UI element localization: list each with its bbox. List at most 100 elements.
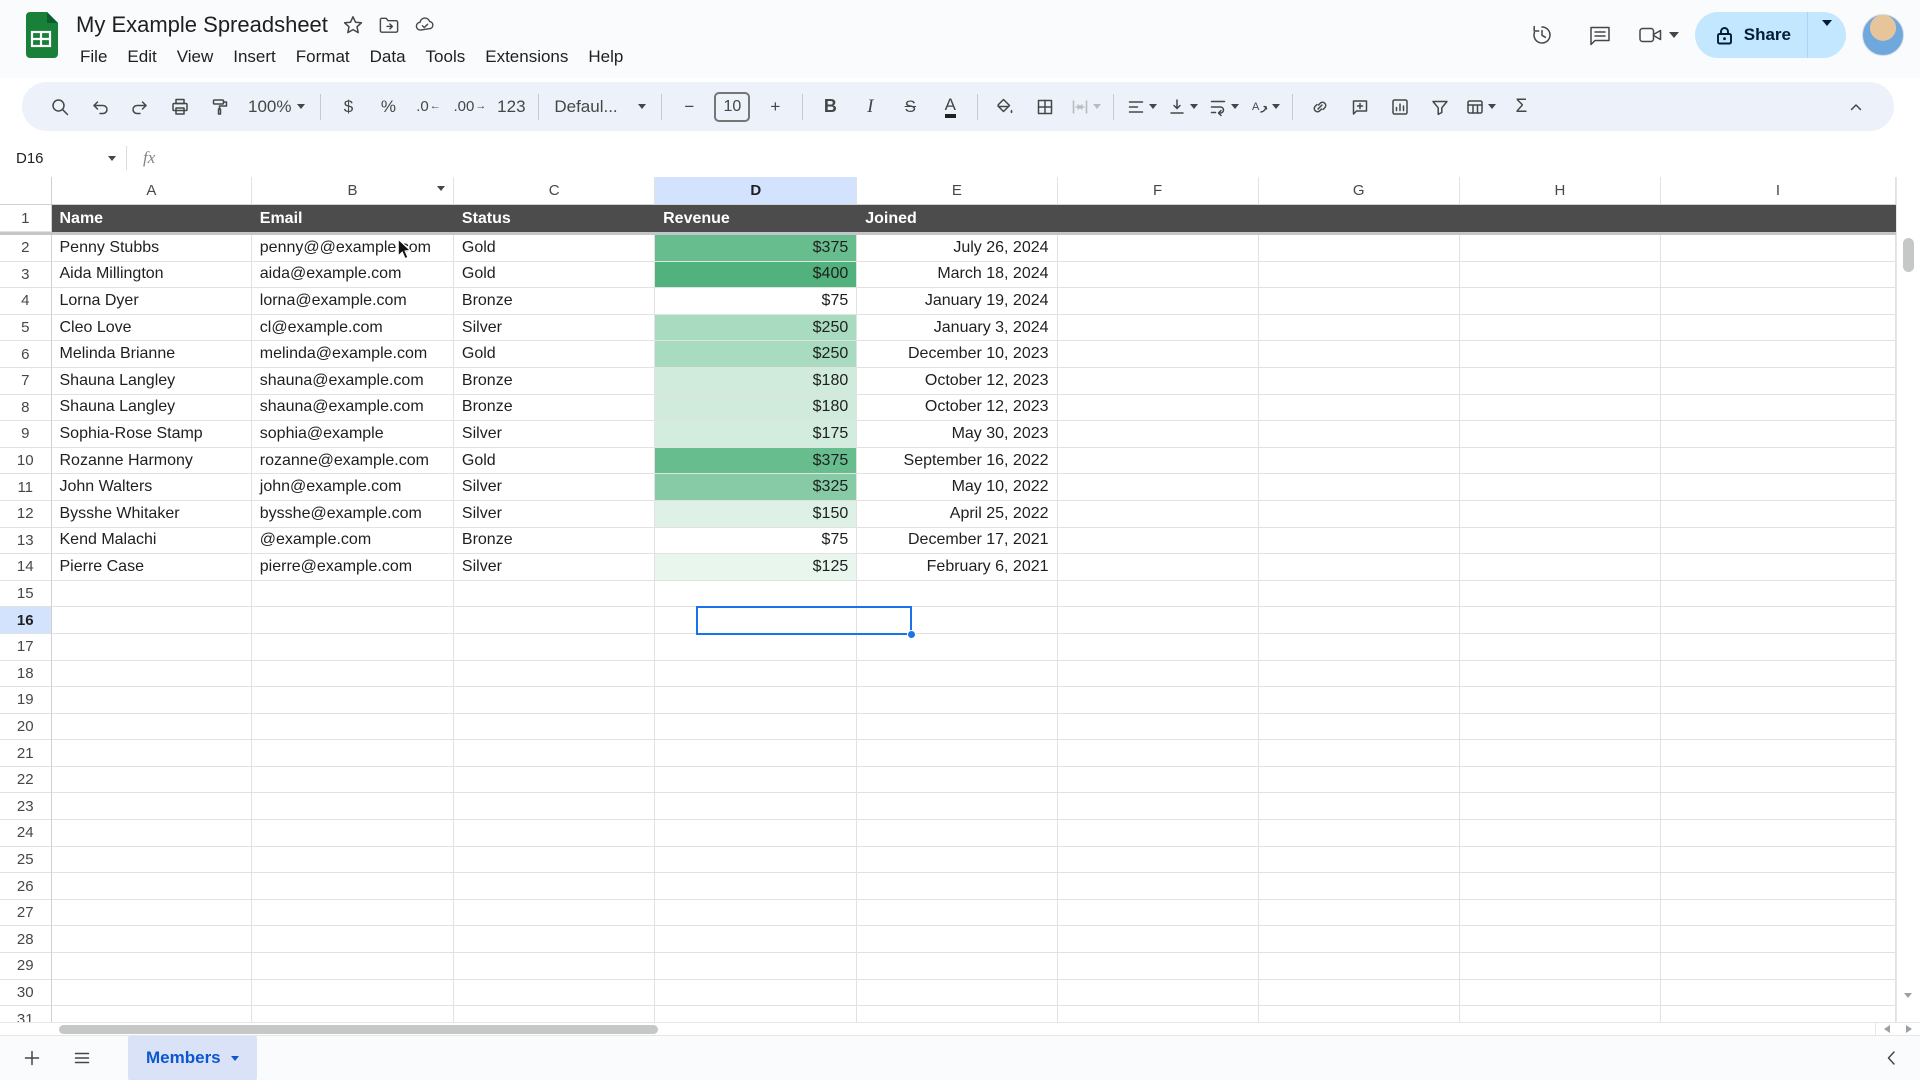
cell-D9[interactable]: $175 <box>655 421 857 448</box>
cell-A14[interactable]: Pierre Case <box>52 554 252 581</box>
cell-F15[interactable] <box>1058 581 1259 608</box>
cell-E6[interactable]: December 10, 2023 <box>857 341 1057 368</box>
cell-I3[interactable] <box>1661 262 1896 289</box>
cell-A3[interactable]: Aida Millington <box>52 262 252 289</box>
cell-C31[interactable] <box>454 1006 655 1022</box>
cell-E3[interactable]: March 18, 2024 <box>857 262 1057 289</box>
cell-H29[interactable] <box>1460 953 1661 980</box>
cell-B11[interactable]: john@example.com <box>252 474 454 501</box>
cell-A24[interactable] <box>52 820 252 847</box>
cell-F27[interactable] <box>1058 900 1259 927</box>
row-header-4[interactable]: 4 <box>0 288 52 315</box>
cell-D3[interactable]: $400 <box>655 262 857 289</box>
row-header-17[interactable]: 17 <box>0 634 52 661</box>
cell-I8[interactable] <box>1661 395 1896 422</box>
cell-E20[interactable] <box>857 714 1057 741</box>
cell-F12[interactable] <box>1058 501 1259 528</box>
cell-B25[interactable] <box>252 847 454 874</box>
menu-data[interactable]: Data <box>360 44 416 70</box>
print-button[interactable] <box>160 90 200 124</box>
account-avatar[interactable] <box>1862 14 1904 56</box>
cell-C5[interactable]: Silver <box>454 315 655 342</box>
cell-G19[interactable] <box>1259 687 1460 714</box>
cell-C3[interactable]: Gold <box>454 262 655 289</box>
cell-B19[interactable] <box>252 687 454 714</box>
cell-I30[interactable] <box>1661 980 1896 1007</box>
cell-A16[interactable] <box>52 607 252 634</box>
cell-A4[interactable]: Lorna Dyer <box>52 288 252 315</box>
text-color-button[interactable]: A <box>930 90 970 124</box>
cell-F19[interactable] <box>1058 687 1259 714</box>
cell-I7[interactable] <box>1661 368 1896 395</box>
cell-H2[interactable] <box>1460 235 1661 262</box>
cell-G14[interactable] <box>1259 554 1460 581</box>
cell-H4[interactable] <box>1460 288 1661 315</box>
cell-H14[interactable] <box>1460 554 1661 581</box>
cell-E29[interactable] <box>857 953 1057 980</box>
row-header-2[interactable]: 2 <box>0 235 52 262</box>
row-header-11[interactable]: 11 <box>0 474 52 501</box>
row-header-14[interactable]: 14 <box>0 554 52 581</box>
cell-H24[interactable] <box>1460 820 1661 847</box>
cell-H9[interactable] <box>1460 421 1661 448</box>
row-header-25[interactable]: 25 <box>0 847 52 874</box>
cell-H18[interactable] <box>1460 661 1661 688</box>
increase-decimal-button[interactable]: .00→ <box>448 90 491 124</box>
cell-I17[interactable] <box>1661 634 1896 661</box>
cell-C18[interactable] <box>454 661 655 688</box>
cell-H25[interactable] <box>1460 847 1661 874</box>
cell-G10[interactable] <box>1259 448 1460 475</box>
cell-H30[interactable] <box>1460 980 1661 1007</box>
cell-C16[interactable] <box>454 607 655 634</box>
column-header-H[interactable]: H <box>1460 177 1661 205</box>
row-header-19[interactable]: 19 <box>0 687 52 714</box>
cell-I10[interactable] <box>1661 448 1896 475</box>
cell-A5[interactable]: Cleo Love <box>52 315 252 342</box>
cell-A10[interactable]: Rozanne Harmony <box>52 448 252 475</box>
cell-I24[interactable] <box>1661 820 1896 847</box>
cell-G13[interactable] <box>1259 528 1460 555</box>
cell-D27[interactable] <box>655 900 857 927</box>
decrease-decimal-button[interactable]: .0← <box>408 90 448 124</box>
cell-I13[interactable] <box>1661 528 1896 555</box>
cell-I31[interactable] <box>1661 1006 1896 1022</box>
share-button[interactable]: Share <box>1695 25 1807 46</box>
row-header-13[interactable]: 13 <box>0 528 52 555</box>
cell-H27[interactable] <box>1460 900 1661 927</box>
cell-D2[interactable]: $375 <box>655 235 857 262</box>
menu-extensions[interactable]: Extensions <box>475 44 578 70</box>
cell-D12[interactable]: $150 <box>655 501 857 528</box>
column-b-dropdown-icon[interactable] <box>437 186 445 191</box>
font-family-control[interactable]: Defaul... <box>546 90 654 124</box>
sheet-tab-members[interactable]: Members <box>128 1036 257 1080</box>
version-history-icon[interactable] <box>1521 14 1563 56</box>
cell-G18[interactable] <box>1259 661 1460 688</box>
row-header-6[interactable]: 6 <box>0 341 52 368</box>
cell-F13[interactable] <box>1058 528 1259 555</box>
cell-B14[interactable]: pierre@example.com <box>252 554 454 581</box>
star-icon[interactable] <box>342 14 364 36</box>
cell-D11[interactable]: $325 <box>655 474 857 501</box>
decrease-font-size-button[interactable]: − <box>669 90 709 124</box>
cell-B1[interactable]: Email <box>252 205 454 232</box>
cell-G25[interactable] <box>1259 847 1460 874</box>
row-header-30[interactable]: 30 <box>0 980 52 1007</box>
cell-B27[interactable] <box>252 900 454 927</box>
cell-B28[interactable] <box>252 926 454 953</box>
cell-F7[interactable] <box>1058 368 1259 395</box>
cell-G23[interactable] <box>1259 793 1460 820</box>
row-header-1[interactable]: 1 <box>0 205 52 232</box>
cloud-status-icon[interactable] <box>414 14 436 36</box>
cell-A29[interactable] <box>52 953 252 980</box>
cell-F3[interactable] <box>1058 262 1259 289</box>
cell-C13[interactable]: Bronze <box>454 528 655 555</box>
cell-G27[interactable] <box>1259 900 1460 927</box>
cell-G8[interactable] <box>1259 395 1460 422</box>
cell-A8[interactable]: Shauna Langley <box>52 395 252 422</box>
cell-E18[interactable] <box>857 661 1057 688</box>
zoom-control[interactable]: 100% <box>240 90 313 124</box>
cell-D14[interactable]: $125 <box>655 554 857 581</box>
cell-E13[interactable]: December 17, 2021 <box>857 528 1057 555</box>
cell-D20[interactable] <box>655 714 857 741</box>
cell-E15[interactable] <box>857 581 1057 608</box>
